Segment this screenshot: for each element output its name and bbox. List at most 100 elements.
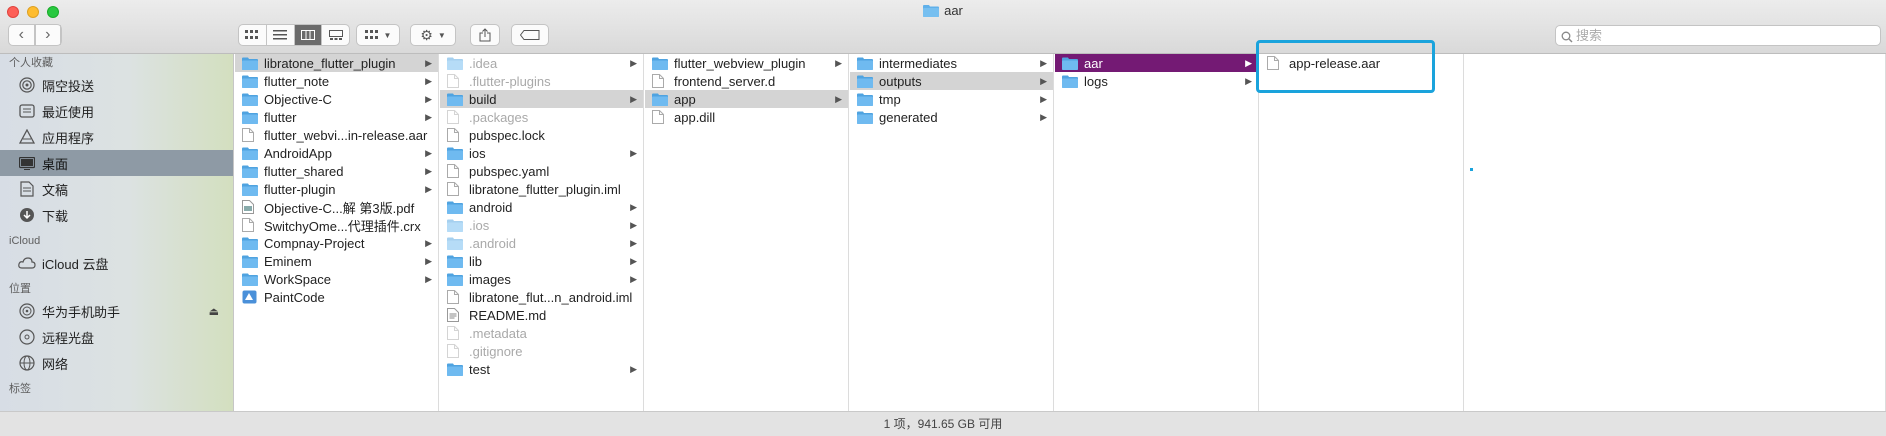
column-item[interactable]: ios ▶ <box>440 144 643 162</box>
share-button[interactable] <box>470 24 500 46</box>
column-item[interactable]: libratone_flutter_plugin ▶ <box>235 54 438 72</box>
eject-icon[interactable]: ⏏ <box>209 305 219 318</box>
sidebar-item[interactable]: 最近使用 <box>0 98 233 124</box>
column-item[interactable]: outputs ▶ <box>850 72 1053 90</box>
column-item-label: .ios <box>469 217 490 233</box>
column-item[interactable]: PaintCode <box>235 288 438 306</box>
back-button[interactable]: ‹ <box>9 25 36 45</box>
browser-column[interactable] <box>1465 54 1886 411</box>
column-item[interactable]: .ios ▶ <box>440 216 643 234</box>
group-by-button[interactable]: ▼ <box>356 24 400 46</box>
column-item[interactable]: pubspec.lock <box>440 126 643 144</box>
column-item[interactable]: Objective-C ▶ <box>235 90 438 108</box>
disclosure-arrow-icon: ▶ <box>425 184 432 194</box>
list-view-button[interactable] <box>267 25 295 45</box>
gallery-view-button[interactable] <box>322 25 349 45</box>
folder-icon <box>447 272 463 286</box>
sidebar-item-label: 下载 <box>42 208 69 224</box>
column-item[interactable]: images ▶ <box>440 270 643 288</box>
column-item[interactable]: README.md <box>440 306 643 324</box>
column-item[interactable]: AndroidApp ▶ <box>235 144 438 162</box>
column-item[interactable]: app.dill <box>645 108 848 126</box>
file-icon <box>447 290 463 304</box>
pdf-file-icon <box>242 200 258 214</box>
column-item[interactable]: Objective-C...解 第3版.pdf <box>235 198 438 216</box>
sidebar-item[interactable]: 文稿 <box>0 176 233 202</box>
folder-icon <box>857 110 873 124</box>
file-icon <box>447 164 463 178</box>
column-item[interactable]: aar ▶ <box>1055 54 1258 72</box>
sidebar-item[interactable]: 下载 <box>0 202 233 228</box>
sidebar-item[interactable]: 隔空投送 <box>0 72 233 98</box>
browser-column[interactable]: intermediates ▶ outputs ▶ tmp ▶ generate… <box>850 54 1054 411</box>
browser-column[interactable]: app-release.aar <box>1260 54 1464 411</box>
search-placeholder: 搜索 <box>1576 28 1603 43</box>
disclosure-arrow-icon: ▶ <box>1040 94 1047 104</box>
column-item[interactable]: libratone_flut...n_android.iml <box>440 288 643 306</box>
sidebar-item[interactable]: 华为手机助手 ⏏ <box>0 298 233 324</box>
column-item[interactable]: flutter_note ▶ <box>235 72 438 90</box>
column-item[interactable]: .packages <box>440 108 643 126</box>
column-item[interactable]: WorkSpace ▶ <box>235 270 438 288</box>
column-item-label: pubspec.yaml <box>469 163 550 179</box>
column-item[interactable]: libratone_flutter_plugin.iml <box>440 180 643 198</box>
column-item[interactable]: flutter_shared ▶ <box>235 162 438 180</box>
file-icon <box>242 128 258 142</box>
column-item[interactable]: build ▶ <box>440 90 643 108</box>
column-item[interactable]: flutter ▶ <box>235 108 438 126</box>
column-view-button[interactable] <box>294 25 323 45</box>
icon-view-button[interactable] <box>239 25 267 45</box>
folder-icon <box>447 236 463 250</box>
column-item[interactable]: SwitchyOme...代理插件.crx <box>235 216 438 234</box>
chevron-down-icon: ▼ <box>383 30 392 40</box>
column-item[interactable]: .metadata <box>440 324 643 342</box>
column-item[interactable]: .android ▶ <box>440 234 643 252</box>
toolbar: aar ‹ › ▼ ⚙ ▼ 搜索 <box>0 0 1886 54</box>
browser-column[interactable]: flutter_webview_plugin ▶ frontend_server… <box>645 54 849 411</box>
column-item[interactable]: app ▶ <box>645 90 848 108</box>
column-item-label: .packages <box>469 109 529 125</box>
disclosure-arrow-icon: ▶ <box>1040 76 1047 86</box>
column-item[interactable]: test ▶ <box>440 360 643 378</box>
group-icon <box>364 30 378 39</box>
column-item[interactable]: logs ▶ <box>1055 72 1258 90</box>
view-mode-control <box>238 24 350 46</box>
column-item-label: outputs <box>879 73 922 89</box>
disclosure-arrow-icon: ▶ <box>425 76 432 86</box>
sidebar-item-label: 应用程序 <box>42 130 95 146</box>
sidebar-item[interactable]: 网络 <box>0 350 233 376</box>
sidebar-item[interactable]: iCloud 云盘 <box>0 250 233 276</box>
column-item[interactable]: intermediates ▶ <box>850 54 1053 72</box>
sidebar-item[interactable]: 应用程序 <box>0 124 233 150</box>
search-field[interactable]: 搜索 <box>1555 25 1881 46</box>
column-item[interactable]: .flutter-plugins <box>440 72 643 90</box>
column-item[interactable]: pubspec.yaml <box>440 162 643 180</box>
forward-button[interactable]: › <box>36 25 61 45</box>
sidebar-item[interactable]: 桌面 <box>0 150 233 176</box>
column-item[interactable]: .idea ▶ <box>440 54 643 72</box>
column-item[interactable]: frontend_server.d <box>645 72 848 90</box>
browser-column[interactable]: libratone_flutter_plugin ▶ flutter_note … <box>235 54 439 411</box>
column-item-label: images <box>469 271 511 287</box>
folder-icon <box>242 236 258 250</box>
column-item[interactable]: Eminem ▶ <box>235 252 438 270</box>
column-item[interactable]: android ▶ <box>440 198 643 216</box>
column-item[interactable]: flutter_webvi...in-release.aar <box>235 126 438 144</box>
column-item[interactable]: Compnay-Project ▶ <box>235 234 438 252</box>
column-item[interactable]: lib ▶ <box>440 252 643 270</box>
column-item[interactable]: flutter_webview_plugin ▶ <box>645 54 848 72</box>
action-menu-button[interactable]: ⚙ ▼ <box>410 24 456 46</box>
browser-column[interactable]: aar ▶ logs ▶ <box>1055 54 1259 411</box>
tags-button[interactable] <box>511 24 549 46</box>
column-item-label: flutter <box>264 109 297 125</box>
column-item-label: .metadata <box>469 325 527 341</box>
column-item[interactable]: tmp ▶ <box>850 90 1053 108</box>
column-item[interactable]: generated ▶ <box>850 108 1053 126</box>
airdrop-icon <box>18 76 36 94</box>
column-item-label: Objective-C...解 第3版.pdf <box>264 200 415 216</box>
disclosure-arrow-icon: ▶ <box>425 274 432 284</box>
column-item[interactable]: .gitignore <box>440 342 643 360</box>
column-item[interactable]: flutter-plugin ▶ <box>235 180 438 198</box>
browser-column[interactable]: .idea ▶ .flutter-plugins build ▶ .packag… <box>440 54 644 411</box>
sidebar-item[interactable]: 远程光盘 <box>0 324 233 350</box>
